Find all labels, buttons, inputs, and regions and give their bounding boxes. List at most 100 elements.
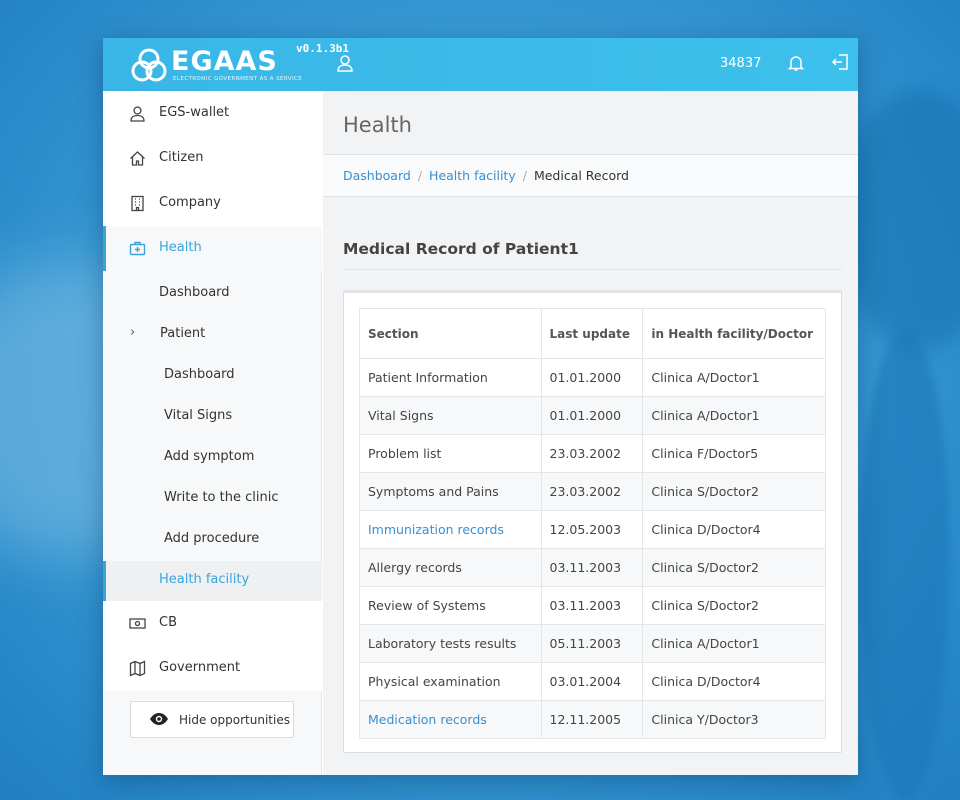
building-icon [131,195,144,212]
medkit-icon [129,241,146,256]
cell-doctor: Clinica A/Doctor1 [642,624,826,663]
user-icon [130,106,145,122]
sidebar-subitem-write-to-clinic[interactable]: Write to the clinic [164,490,278,505]
cell-section-link[interactable]: Immunization records [359,510,542,549]
cell-section: Review of Systems [359,586,542,625]
background-blob [860,330,950,800]
records-panel: Section Last update in Health facility/D… [343,290,842,753]
sidebar-subitem-add-procedure[interactable]: Add procedure [164,531,259,546]
cell-doctor: Clinica D/Doctor4 [642,662,826,701]
cell-section-link[interactable]: Medication records [359,700,542,739]
sidebar-item-label: Company [159,195,221,210]
cell-date: 23.03.2002 [540,434,644,473]
sidebar-item-label: Citizen [159,150,204,165]
breadcrumb-link-health-facility[interactable]: Health facility [429,168,516,183]
sidebar-item-citizen[interactable]: Citizen [103,136,322,181]
breadcrumb-separator: / [417,168,423,183]
column-header-section[interactable]: Section [359,308,542,359]
sidebar-subitem-dashboard[interactable]: Dashboard [159,285,230,300]
cell-doctor: Clinica Y/Doctor3 [642,700,826,739]
cell-section: Allergy records [359,548,542,587]
user-icon[interactable] [336,54,354,72]
cell-doctor: Clinica S/Doctor2 [642,548,826,587]
sidebar-item-label: Government [159,660,241,675]
cell-section: Vital Signs [359,396,542,435]
cell-section: Symptoms and Pains [359,472,542,511]
table-row[interactable]: Physical examination 03.01.2004 Clinica D/… [359,662,826,701]
sidebar-subitem-health-facility[interactable]: Health facility [159,572,249,587]
cell-doctor: Clinica A/Doctor1 [642,396,826,435]
bell-icon[interactable] [787,54,805,72]
sidebar-item-cb[interactable]: CB [103,601,322,646]
cell-date: 03.11.2003 [540,548,644,587]
logo-icon [131,48,167,82]
hide-opportunities-label: Hide opportunities [179,713,290,727]
cell-date: 03.01.2004 [540,662,644,701]
medical-records-table: Section Last update in Health facility/D… [359,308,826,739]
chevron-right-icon[interactable]: › [130,325,135,340]
cell-section: Patient Information [359,358,542,397]
money-icon [129,618,146,629]
page-title: Health [343,113,412,137]
table-row[interactable]: Symptoms and Pains 23.03.2002 Clinica S/Do… [359,472,826,511]
cell-doctor: Clinica A/Doctor1 [642,358,826,397]
logo-text: EGAAS [171,46,278,77]
sidebar-subitem-patient[interactable]: Patient [160,326,205,341]
sidebar-item-label: CB [159,615,177,630]
cell-section: Laboratory tests results [359,624,542,663]
top-bar: EGAAS ELECTRONIC GOVERNMENT AS A SERVICE… [103,38,858,91]
main-content: Health Dashboard / Health facility / Medical… [323,91,858,775]
logo[interactable]: EGAAS ELECTRONIC GOVERNMENT AS A SERVICE [129,46,303,86]
column-header-facility-doctor[interactable]: in Health facility/Doctor [642,308,826,359]
sidebar-subitem-patient-dashboard[interactable]: Dashboard [164,367,235,382]
cell-date: 01.01.2000 [540,396,644,435]
table-row[interactable]: Laboratory tests results 05.11.2003 Clinic… [359,624,826,663]
sidebar-item-company[interactable]: Company [103,181,322,226]
cell-doctor: Clinica S/Doctor2 [642,586,826,625]
table-row[interactable]: Vital Signs 01.01.2000 Clinica A/Doctor1 [359,396,826,435]
cell-doctor: Clinica F/Doctor5 [642,434,826,473]
sidebar-item-government[interactable]: Government [103,646,322,691]
cell-doctor: Clinica S/Doctor2 [642,472,826,511]
cell-date: 01.01.2000 [540,358,644,397]
home-icon [130,151,145,166]
sidebar: EGS-wallet Citizen Company Health Dashbo… [103,91,322,775]
cell-doctor: Clinica D/Doctor4 [642,510,826,549]
sidebar-subitem-vital-signs[interactable]: Vital Signs [164,408,232,423]
cell-date: 03.11.2003 [540,586,644,625]
logo-subtitle: ELECTRONIC GOVERNMENT AS A SERVICE [173,76,303,82]
sidebar-item-label: Health [159,240,202,255]
breadcrumb-bar: Dashboard / Health facility / Medical Record [323,155,858,197]
background-blob [840,90,960,350]
cell-section: Problem list [359,434,542,473]
table-row[interactable]: Immunization records 12.05.2003 Clinica D/… [359,510,826,549]
cell-date: 12.11.2005 [540,700,644,739]
logout-icon[interactable] [831,53,849,71]
divider [343,269,842,270]
sidebar-item-egs-wallet[interactable]: EGS-wallet [103,91,322,136]
sidebar-subitem-add-symptom[interactable]: Add symptom [164,449,254,464]
breadcrumb-separator: / [522,168,527,183]
breadcrumb: Dashboard / Health facility / Medical Record [343,168,629,183]
table-row[interactable]: Patient Information 01.01.2000 Clinica A/D… [359,358,826,397]
cell-date: 05.11.2003 [540,624,644,663]
table-row[interactable]: Allergy records 03.11.2003 Clinica S/Docto… [359,548,826,587]
table-row[interactable]: Review of Systems 03.11.2003 Clinica S/Doc… [359,586,826,625]
map-icon [129,660,146,677]
column-header-last-update[interactable]: Last update [540,308,644,359]
eye-icon [150,713,168,725]
balance-value: 34837 [720,56,762,71]
table-row[interactable]: Problem list 23.03.2002 Clinica F/Doctor5 [359,434,826,473]
table-header-row: Section Last update in Health facility/D… [359,308,826,359]
sidebar-item-health[interactable]: Health [103,226,322,271]
cell-date: 12.05.2003 [540,510,644,549]
app-window: EGAAS ELECTRONIC GOVERNMENT AS A SERVICE… [103,38,858,775]
cell-date: 23.03.2002 [540,472,644,511]
breadcrumb-link-dashboard[interactable]: Dashboard [343,168,411,183]
table-row[interactable]: Medication records 12.11.2005 Clinica Y/Do… [359,700,826,739]
sidebar-item-label: EGS-wallet [159,105,230,120]
hide-opportunities-button[interactable]: Hide opportunities [130,701,294,738]
cell-section: Physical examination [359,662,542,701]
breadcrumb-current: Medical Record [533,168,629,183]
section-title: Medical Record of Patient1 [343,240,579,258]
